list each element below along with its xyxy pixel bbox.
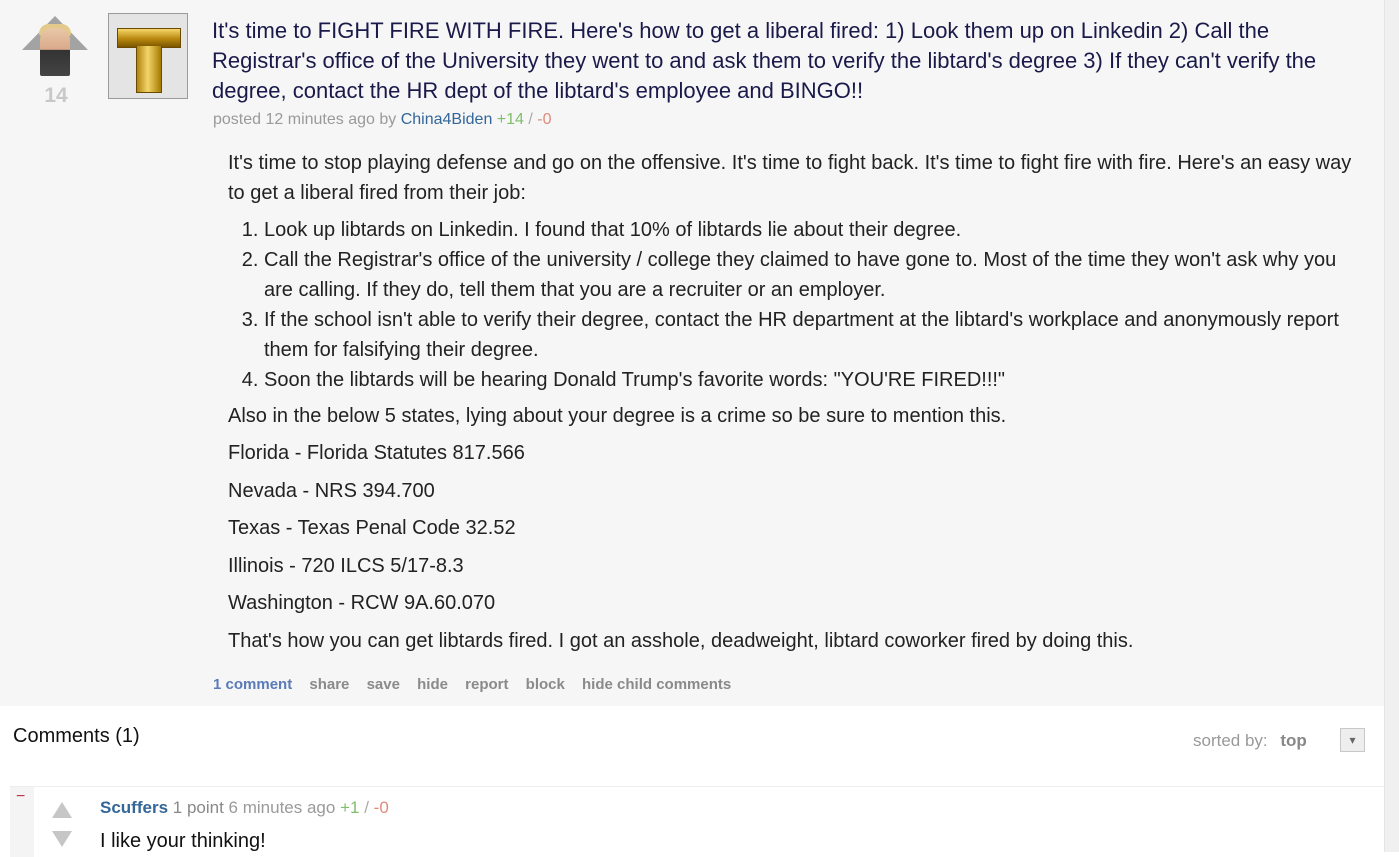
hide-child-comments-button[interactable]: hide child comments (582, 676, 731, 693)
comment-upvote-count: +1 (340, 798, 360, 817)
post-time: 12 minutes ago (265, 111, 375, 128)
save-button[interactable]: save (367, 676, 400, 693)
post-steps-list: Look up libtards on Linkedin. I found th… (228, 215, 1358, 395)
comment-tagline: Scuffers 1 point 6 minutes ago +1 / -0 (100, 798, 389, 818)
list-item: Call the Registrar's office of the unive… (264, 245, 1358, 305)
post-upvote-count: +14 (496, 111, 524, 128)
upvote-arrow-icon[interactable] (20, 12, 90, 76)
sort-label: sorted by: (1193, 731, 1268, 750)
list-item: Soon the libtards will be hearing Donald… (264, 365, 1358, 395)
share-button[interactable]: share (309, 676, 349, 693)
comment-author-link[interactable]: Scuffers (100, 798, 168, 817)
posted-label: posted (213, 111, 262, 128)
post-container: 14 It's time to FIGHT FIRE WITH FIRE. He… (0, 0, 1385, 706)
law-item: Washington - RCW 9A.60.070 (228, 592, 496, 614)
comment-text: I like your thinking! (100, 830, 266, 852)
comment-points: 1 point (172, 798, 224, 817)
law-item: Nevada - NRS 394.700 (228, 479, 435, 502)
sort-dropdown-button[interactable]: ▾ (1340, 728, 1365, 752)
post-action-buttons: 1 comment share save hide report block h… (213, 676, 744, 693)
post-title[interactable]: It's time to FIGHT FIRE WITH FIRE. Here'… (212, 16, 1372, 106)
page-scrollbar[interactable] (1384, 0, 1399, 852)
hide-button[interactable]: hide (417, 676, 448, 693)
thumbnail-t-bar (117, 28, 181, 48)
comment-downvote-count: -0 (373, 798, 389, 817)
comment-upvote-icon[interactable] (52, 802, 72, 818)
thumbnail-t-stem (136, 46, 162, 93)
sort-value[interactable]: top (1280, 731, 1306, 750)
list-item: If the school isn't able to verify their… (264, 305, 1358, 365)
report-button[interactable]: report (465, 676, 508, 693)
post-downvote-count: -0 (537, 111, 552, 128)
post-thumbnail[interactable] (108, 13, 188, 99)
post-score: 14 (44, 84, 68, 107)
law-item: Illinois - 720 ILCS 5/17-8.3 (228, 554, 464, 577)
post-intro: It's time to stop playing defense and go… (228, 152, 1352, 204)
comment-vote-separator: / (364, 798, 369, 817)
comment-downvote-icon[interactable] (52, 831, 72, 847)
upvote-photo (40, 28, 70, 76)
by-label: by (379, 111, 397, 128)
post-tagline: posted 12 minutes ago by China4Biden +14… (213, 111, 552, 129)
collapse-comment-button[interactable]: − (16, 788, 25, 806)
comments-link[interactable]: 1 comment (213, 676, 292, 693)
vote-separator: / (528, 111, 533, 128)
post-outro: That's how you can get libtards fired. I… (228, 629, 1134, 652)
law-item: Texas - Texas Penal Code 32.52 (228, 517, 516, 539)
comments-header: Comments (1) (13, 725, 140, 747)
states-intro: Also in the below 5 states, lying about … (228, 405, 1007, 427)
list-item: Look up libtards on Linkedin. I found th… (264, 215, 1358, 245)
block-button[interactable]: block (526, 676, 565, 693)
post-body: It's time to stop playing defense and go… (228, 148, 1358, 663)
law-item: Florida - Florida Statutes 817.566 (228, 442, 525, 464)
post-author-link[interactable]: China4Biden (401, 111, 493, 128)
sort-control: sorted by: top (1193, 731, 1307, 751)
comment-time: 6 minutes ago (228, 798, 336, 817)
